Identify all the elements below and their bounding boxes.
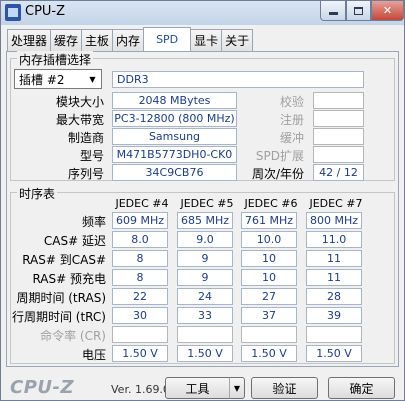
- timing-cell: 30: [112, 307, 168, 324]
- minimize-icon: [328, 12, 338, 15]
- manufacturer-label: 制造商: [67, 131, 104, 145]
- tab-bar: 处理器 缓存 主板 内存 SPD 显卡 关于: [7, 27, 254, 51]
- window-title: CPU-Z: [25, 4, 66, 19]
- timing-cell: [177, 326, 233, 343]
- timing-row-label: 行周期时间 (tRC): [11, 310, 106, 324]
- timing-cell: 33: [177, 307, 233, 324]
- timings-group-title: 时序表: [17, 185, 58, 202]
- timing-cell: 9: [177, 269, 233, 286]
- minimize-button[interactable]: [320, 1, 346, 21]
- timing-cell: [241, 326, 297, 343]
- column-header: JEDEC #4: [115, 197, 169, 210]
- tab-graphics[interactable]: 显卡: [190, 29, 223, 51]
- timing-cell: 37: [241, 307, 297, 324]
- timing-row-label: 电压: [81, 348, 106, 362]
- timing-cell: 609 MHz: [112, 212, 168, 229]
- close-icon: ✕: [382, 4, 393, 17]
- timing-row-label: CAS# 延迟: [43, 234, 106, 248]
- timing-cell: 39: [306, 307, 362, 324]
- timing-cell: 27: [241, 288, 297, 305]
- manufacturer-field: Samsung: [112, 128, 237, 145]
- validate-button[interactable]: 验证: [251, 377, 318, 399]
- timing-cell: 11: [306, 269, 362, 286]
- tools-button[interactable]: 工具: [165, 377, 230, 399]
- max-bandwidth-label: 最大带宽: [55, 113, 104, 127]
- timing-cell: 800 MHz: [306, 212, 362, 229]
- timing-row-label: RAS# 到CAS#: [22, 253, 106, 267]
- timing-cell: 10: [241, 250, 297, 267]
- tab-spd[interactable]: SPD: [143, 27, 192, 51]
- registered-field: [313, 110, 364, 127]
- module-size-field: 2048 MBytes: [112, 92, 237, 109]
- serial-number-label: 序列号: [67, 167, 104, 181]
- week-year-label: 周次/年份: [251, 167, 304, 181]
- timing-cell: 1.50 V: [177, 345, 233, 362]
- spd-ext-field: [313, 146, 364, 163]
- serial-number-field: 34C9CB76: [112, 164, 237, 181]
- timing-cell: 761 MHz: [241, 212, 297, 229]
- timing-cell: 22: [112, 288, 168, 305]
- tools-dropdown-arrow[interactable]: ▼: [229, 377, 245, 399]
- close-button[interactable]: ✕: [371, 1, 404, 21]
- slot-group-title: 内存插槽选择: [17, 51, 94, 68]
- cpuz-app-icon: [5, 4, 21, 21]
- timing-row-label: 周期时间 (tRAS): [16, 291, 106, 305]
- tab-mainboard[interactable]: 主板: [81, 29, 114, 51]
- timing-cell: 10: [241, 269, 297, 286]
- timing-cell: 11: [306, 250, 362, 267]
- cpuz-brand-logo: CPU-Z: [10, 377, 75, 398]
- timing-cell: 10.0: [241, 231, 297, 248]
- slot-select-dropdown[interactable]: 插槽 #2 ▼: [14, 69, 102, 89]
- cpuz-window: CPU-Z ✕ 处理器 缓存 主板 内存 SPD 显卡 关于 内存插槽选择 插槽…: [0, 0, 405, 401]
- max-bandwidth-field: PC3-12800 (800 MHz): [112, 110, 237, 127]
- module-size-label: 模块大小: [55, 95, 104, 109]
- timing-cell: 685 MHz: [177, 212, 233, 229]
- timing-cell: 8: [112, 250, 168, 267]
- timing-row-label: 命令率 (CR): [40, 329, 106, 343]
- maximize-icon: [354, 6, 363, 15]
- title-bar[interactable]: CPU-Z ✕: [1, 1, 404, 25]
- ok-button-label: 确定: [349, 381, 374, 396]
- correction-label: 校验: [279, 95, 304, 109]
- maximize-button[interactable]: [346, 1, 371, 21]
- column-header: JEDEC #6: [244, 197, 298, 210]
- registered-label: 注册: [279, 113, 304, 127]
- slot-select-value: 插槽 #2: [19, 73, 65, 87]
- timing-cell: 9.0: [177, 231, 233, 248]
- ok-button[interactable]: 确定: [328, 377, 395, 399]
- timing-cell: [306, 326, 362, 343]
- timing-cell: 1.50 V: [241, 345, 297, 362]
- chevron-down-icon: ▼: [233, 383, 241, 393]
- tab-memory[interactable]: 内存: [112, 29, 145, 51]
- timing-cell: 1.50 V: [306, 345, 362, 362]
- column-header: JEDEC #7: [309, 197, 363, 210]
- spd-ext-label: SPD扩展: [255, 149, 304, 163]
- buffered-label: 缓冲: [279, 131, 304, 145]
- part-number-field: M471B5773DH0-CK0: [112, 146, 237, 163]
- buffered-field: [313, 128, 364, 145]
- chevron-down-icon[interactable]: ▼: [85, 71, 100, 87]
- timing-cell: 8: [112, 269, 168, 286]
- timing-cell: 28: [306, 288, 362, 305]
- timing-row-label: 频率: [81, 215, 106, 229]
- memory-type-field: DDR3: [112, 71, 364, 88]
- column-header: JEDEC #5: [180, 197, 234, 210]
- part-number-label: 型号: [79, 149, 104, 163]
- timing-cell: 1.50 V: [112, 345, 168, 362]
- tab-cache[interactable]: 缓存: [50, 29, 83, 51]
- tab-cpu[interactable]: 处理器: [7, 29, 52, 51]
- validate-button-label: 验证: [272, 381, 297, 396]
- timing-cell: 11.0: [306, 231, 362, 248]
- timing-cell: [112, 326, 168, 343]
- timing-row-label: RAS# 预充电: [32, 272, 106, 286]
- timing-cell: 24: [177, 288, 233, 305]
- tab-about[interactable]: 关于: [221, 29, 254, 51]
- timing-cell: 9: [177, 250, 233, 267]
- correction-field: [313, 92, 364, 109]
- week-year-field: 42 / 12: [313, 164, 364, 181]
- timing-cell: 8.0: [112, 231, 168, 248]
- tools-button-label: 工具: [185, 381, 210, 396]
